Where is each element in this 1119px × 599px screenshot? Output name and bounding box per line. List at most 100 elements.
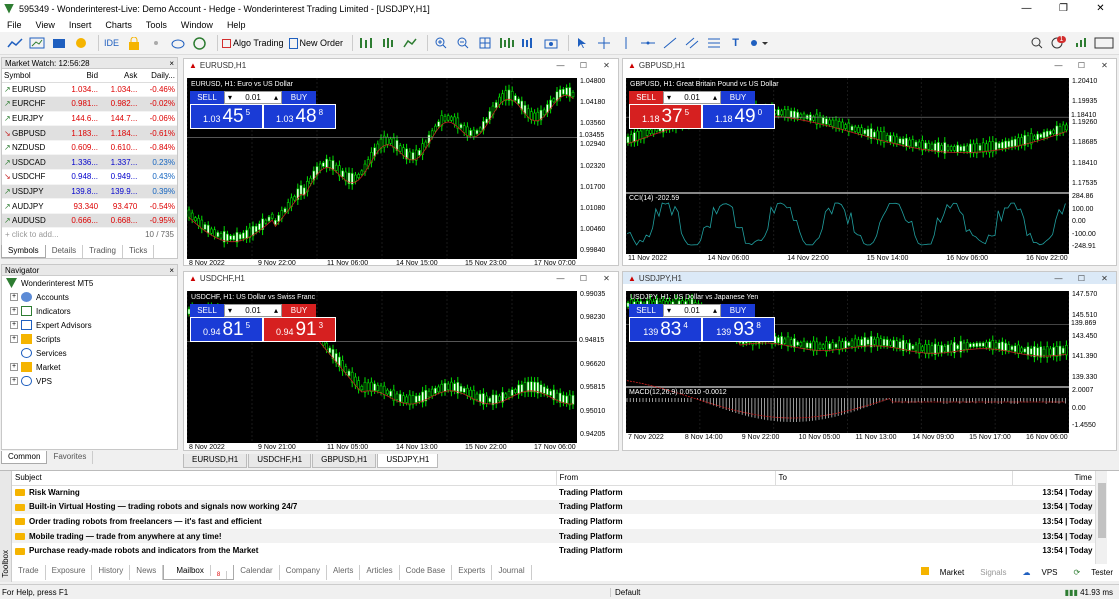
buy-price[interactable]: 139938 (702, 317, 775, 342)
col-to[interactable]: To (775, 471, 1012, 485)
lot-decrease-icon[interactable]: ▾ (667, 93, 671, 102)
equidistant-channel-icon[interactable] (683, 35, 700, 52)
sell-button[interactable]: SELL (190, 304, 224, 317)
menu-tools[interactable]: Tools (139, 20, 174, 30)
col-bid[interactable]: Bid (61, 69, 100, 82)
close-button[interactable]: ✕ (1093, 274, 1116, 283)
horizontal-line-icon[interactable] (639, 35, 656, 52)
tab-eurusd[interactable]: EURUSD,H1 (183, 454, 247, 468)
nav-indicators[interactable]: +Indicators (2, 304, 177, 318)
maximize-button[interactable]: ☐ (572, 274, 595, 283)
crosshair-icon[interactable] (595, 35, 612, 52)
buy-price[interactable]: 1.03488 (263, 104, 336, 129)
price-chart[interactable]: USDJPY, H1: US Dollar vs Japanese Yen SE… (626, 291, 1069, 433)
chart-window[interactable]: ▲GBPUSD,H1—☐✕ GBPUSD, H1: Great Britain … (622, 58, 1117, 266)
candles-icon[interactable] (379, 35, 396, 52)
tab-usdchf[interactable]: USDCHF,H1 (248, 454, 311, 468)
col-time[interactable]: Time (1012, 471, 1107, 485)
tab-history[interactable]: History (92, 565, 130, 580)
new-chart-icon[interactable] (28, 35, 45, 52)
sell-button[interactable]: SELL (629, 91, 663, 104)
minimize-button[interactable]: — (1047, 274, 1070, 283)
symbol-row[interactable]: ↗AUDUSD 0.666... 0.668... -0.95% (2, 213, 177, 228)
shapes-icon[interactable] (749, 35, 769, 52)
symbol-row[interactable]: ↗EURCHF 0.981... 0.982... -0.02% (2, 97, 177, 112)
tab-ticks[interactable]: Ticks (123, 245, 154, 258)
chart-window[interactable]: ▲EURUSD,H1—☐✕ EURUSD, H1: Euro vs US Dol… (183, 58, 619, 266)
notifications-icon[interactable]: 1 (1050, 35, 1067, 52)
zoom-in-icon[interactable] (432, 35, 449, 52)
signals-link[interactable]: Signals (972, 568, 1006, 577)
line-chart-icon[interactable] (401, 35, 418, 52)
lot-increase-icon[interactable]: ▴ (274, 93, 278, 102)
close-button[interactable]: ✕ (1082, 3, 1119, 14)
nav-vps[interactable]: +VPS (2, 374, 177, 388)
tab-details[interactable]: Details (46, 245, 83, 258)
chart-type-icon[interactable] (6, 35, 23, 52)
symbol-row[interactable]: ↗USDJPY 139.8... 139.9... 0.39% (2, 184, 177, 199)
add-symbol[interactable]: + click to add... (5, 230, 59, 239)
signals-icon[interactable] (1072, 35, 1089, 52)
symbol-row[interactable]: ↗EURUSD 1.034... 1.034... -0.46% (2, 82, 177, 97)
symbol-row[interactable]: ↗USDCAD 1.336... 1.337... 0.23% (2, 155, 177, 170)
minimize-button[interactable]: — (1047, 61, 1070, 70)
new-order-button[interactable]: New Order (289, 35, 344, 52)
depth-of-market-icon[interactable] (357, 35, 374, 52)
algo-trading-button[interactable]: Algo Trading (222, 35, 284, 52)
tab-symbols[interactable]: Symbols (1, 245, 46, 258)
autoscroll-icon[interactable] (498, 35, 515, 52)
tester-link[interactable]: ⟳Tester (1066, 568, 1114, 577)
signal-icon[interactable] (147, 35, 164, 52)
screenshot-icon[interactable] (542, 35, 559, 52)
col-from[interactable]: From (556, 471, 775, 485)
account-icon[interactable] (1094, 35, 1114, 52)
symbol-row[interactable]: ↘USDCHF 0.948... 0.949... 0.43% (2, 170, 177, 185)
market-icon[interactable] (191, 35, 208, 52)
text-icon[interactable]: T (727, 35, 744, 52)
search-icon[interactable] (1028, 35, 1045, 52)
tile-windows-icon[interactable] (476, 35, 493, 52)
symbol-row[interactable]: ↘GBPUSD 1.183... 1.184... -0.61% (2, 126, 177, 141)
tab-calendar[interactable]: Calendar (234, 565, 279, 580)
buy-price[interactable]: 1.18490 (702, 104, 775, 129)
tab-exposure[interactable]: Exposure (46, 565, 93, 580)
close-icon[interactable]: × (169, 59, 174, 68)
tab-favorites[interactable]: Favorites (47, 451, 93, 464)
tab-trade[interactable]: Trade (12, 565, 46, 580)
lot-size-input[interactable]: ▾0.01▴ (663, 304, 721, 317)
menu-insert[interactable]: Insert (62, 20, 99, 30)
lock-icon[interactable] (125, 35, 142, 52)
lot-decrease-icon[interactable]: ▾ (667, 306, 671, 315)
maximize-button[interactable]: ☐ (1070, 274, 1093, 283)
fibonacci-icon[interactable] (705, 35, 722, 52)
sell-button[interactable]: SELL (629, 304, 663, 317)
maximize-button[interactable]: ❐ (1045, 3, 1082, 14)
nav-market[interactable]: +Market (2, 360, 177, 374)
tab-articles[interactable]: Articles (360, 565, 399, 580)
col-symbol[interactable]: Symbol (2, 69, 61, 82)
lot-size-input[interactable]: ▾0.01▴ (663, 91, 721, 104)
sell-price[interactable]: 139834 (629, 317, 702, 342)
ide-button[interactable]: IDE (103, 35, 120, 52)
col-ask[interactable]: Ask (100, 69, 139, 82)
buy-button[interactable]: BUY (282, 91, 316, 104)
lot-increase-icon[interactable]: ▴ (713, 306, 717, 315)
buy-button[interactable]: BUY (282, 304, 316, 317)
menu-file[interactable]: File (0, 20, 29, 30)
buy-button[interactable]: BUY (721, 304, 755, 317)
minimize-button[interactable]: — (549, 274, 572, 283)
price-chart[interactable]: EURUSD, H1: Euro vs US Dollar SELL▾0.01▴… (187, 78, 577, 259)
close-icon[interactable]: × (169, 266, 174, 275)
maximize-button[interactable]: ☐ (572, 61, 595, 70)
trendline-icon[interactable] (661, 35, 678, 52)
mailbox-scrollbar[interactable] (1095, 471, 1107, 564)
money-icon[interactable] (72, 35, 89, 52)
chart-shift-icon[interactable] (520, 35, 537, 52)
sell-price[interactable]: 0.94815 (190, 317, 263, 342)
price-chart[interactable]: USDCHF, H1: US Dollar vs Swiss Franc SEL… (187, 291, 577, 443)
menu-window[interactable]: Window (174, 20, 220, 30)
price-chart[interactable]: GBPUSD, H1: Great Britain Pound vs US Do… (626, 78, 1069, 254)
menu-charts[interactable]: Charts (98, 20, 139, 30)
tab-trading[interactable]: Trading (83, 245, 123, 258)
sell-price[interactable]: 1.03455 (190, 104, 263, 129)
